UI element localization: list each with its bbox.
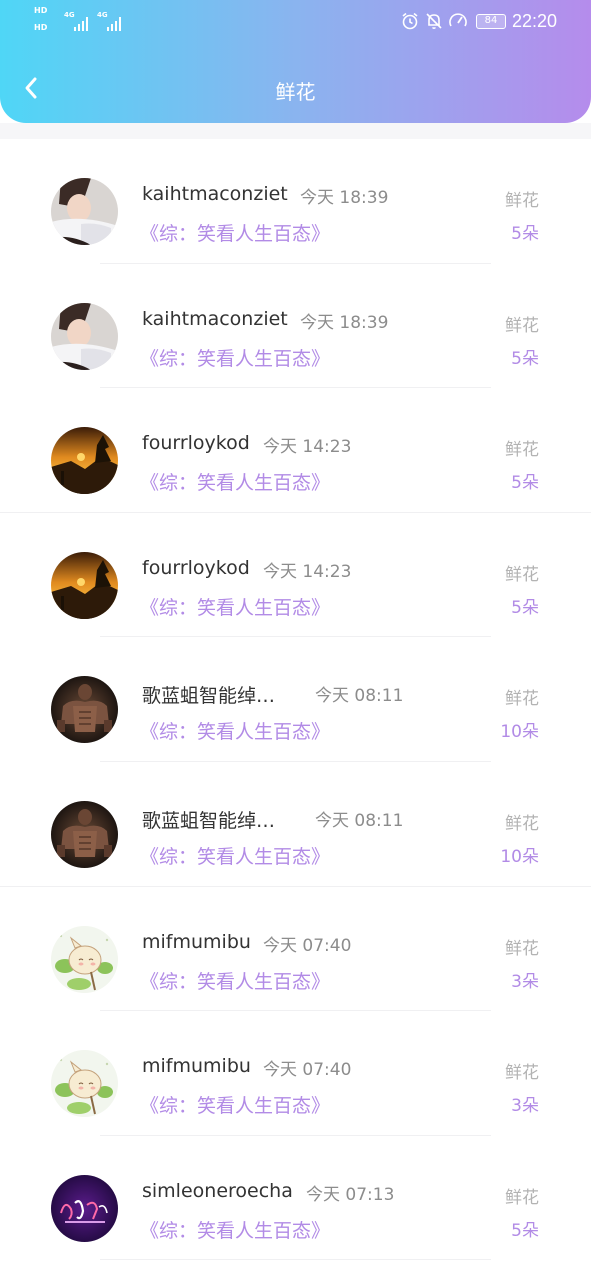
hd-indicator-2: HD xyxy=(34,23,48,32)
user-name[interactable]: 歌蓝蛆智能绰… xyxy=(142,806,275,833)
page-title: 鲜花 xyxy=(275,80,316,104)
list-item[interactable]: simleoneroecha 今天 07:13 《综：笑看人生百态》 鲜花 5朵 xyxy=(0,1136,591,1261)
list-item[interactable]: 歌蓝蛆智能绰… 今天 08:11 《综：笑看人生百态》 鲜花 10朵 xyxy=(0,762,591,887)
timestamp: 今天 08:11 xyxy=(315,686,404,707)
avatar[interactable] xyxy=(51,801,118,868)
portrait-avatar-icon xyxy=(51,178,118,245)
book-title[interactable]: 《综：笑看人生百态》 xyxy=(140,468,330,495)
user-name[interactable]: fourrloykod xyxy=(142,557,250,579)
timestamp: 今天 18:39 xyxy=(300,188,389,208)
hd-indicator-1: HD xyxy=(34,6,48,15)
gift-count: 10朵 xyxy=(500,722,539,743)
list-item[interactable]: fourrloykod 今天 14:23 《综：笑看人生百态》 鲜花 5朵 xyxy=(0,513,591,638)
gift-count: 5朵 xyxy=(511,1220,539,1241)
gift-type-label: 鲜花 xyxy=(505,689,539,710)
timestamp: 今天 07:40 xyxy=(263,935,352,956)
avatar[interactable] xyxy=(51,178,118,245)
user-name[interactable]: 歌蓝蛆智能绰… xyxy=(142,681,275,708)
gift-count: 5朵 xyxy=(511,473,539,494)
mute-bell-icon xyxy=(424,11,444,31)
gift-type-label: 鲜花 xyxy=(505,440,539,461)
gift-count: 5朵 xyxy=(511,224,539,244)
book-title[interactable]: 《综：笑看人生百态》 xyxy=(140,967,330,994)
speedometer-icon xyxy=(448,11,468,31)
book-title[interactable]: 《综：笑看人生百态》 xyxy=(140,344,330,371)
book-title[interactable]: 《综：笑看人生百态》 xyxy=(140,842,330,869)
book-title[interactable]: 《综：笑看人生百态》 xyxy=(140,1091,330,1118)
avatar[interactable] xyxy=(51,303,118,370)
list-item[interactable]: kaihtmaconziet 今天 18:39 《综：笑看人生百态》 鲜花 5朵 xyxy=(0,264,591,389)
avatar[interactable] xyxy=(51,427,118,494)
battery-indicator: 84 xyxy=(475,13,506,29)
user-name[interactable]: mifmumibu xyxy=(142,1055,251,1077)
alarm-icon xyxy=(400,11,420,31)
book-title[interactable]: 《综：笑看人生百态》 xyxy=(140,1216,330,1243)
timestamp: 今天 14:23 xyxy=(263,437,352,458)
list-item[interactable]: 歌蓝蛆智能绰… 今天 08:11 《综：笑看人生百态》 鲜花 10朵 xyxy=(0,637,591,762)
user-name[interactable]: mifmumibu xyxy=(142,931,251,953)
status-bar: HD HD 4G 4G 84 22:20 xyxy=(34,6,557,33)
book-title[interactable]: 《综：笑看人生百态》 xyxy=(140,717,330,744)
avatar[interactable] xyxy=(51,1050,118,1117)
gift-type-label: 鲜花 xyxy=(505,813,539,834)
sunset-avatar-icon xyxy=(51,427,118,494)
gift-count: 10朵 xyxy=(500,846,539,867)
header: HD HD 4G 4G 84 22:20 鲜花 xyxy=(0,0,591,123)
header-spacer xyxy=(0,123,591,139)
avatar[interactable] xyxy=(51,926,118,993)
list-item[interactable]: mifmumibu 今天 07:40 《综：笑看人生百态》 鲜花 3朵 xyxy=(0,1011,591,1136)
portrait-avatar-icon xyxy=(51,303,118,370)
calligraphy-avatar-icon xyxy=(51,1175,118,1242)
user-name[interactable]: kaihtmaconziet xyxy=(142,183,288,205)
cartoon-avatar-icon xyxy=(51,1050,118,1117)
gift-count: 5朵 xyxy=(511,348,539,369)
list-item[interactable]: fourrloykod 今天 14:23 《综：笑看人生百态》 鲜花 5朵 xyxy=(0,388,591,513)
user-name[interactable]: fourrloykod xyxy=(142,432,250,454)
timestamp: 今天 07:13 xyxy=(306,1184,395,1205)
gift-count: 5朵 xyxy=(511,597,539,618)
muscle-avatar-icon xyxy=(51,676,118,743)
user-name[interactable]: kaihtmaconziet xyxy=(142,308,288,330)
gift-type-label: 鲜花 xyxy=(505,191,539,211)
status-right: 84 22:20 xyxy=(396,9,557,33)
avatar[interactable] xyxy=(51,552,118,619)
divider xyxy=(100,1259,491,1261)
avatar[interactable] xyxy=(51,676,118,743)
gift-type-label: 鲜花 xyxy=(505,938,539,959)
clock: 22:20 xyxy=(511,10,557,31)
user-name[interactable]: simleoneroecha xyxy=(142,1180,293,1202)
gift-type-label: 鲜花 xyxy=(505,315,539,336)
list-item[interactable]: mifmumibu 今天 07:40 《综：笑看人生百态》 鲜花 3朵 xyxy=(0,887,591,1012)
gift-type-label: 鲜花 xyxy=(505,1187,539,1208)
book-title[interactable]: 《综：笑看人生百态》 xyxy=(140,593,330,620)
cartoon-avatar-icon xyxy=(51,926,118,993)
muscle-avatar-icon xyxy=(51,801,118,868)
gift-count: 3朵 xyxy=(511,971,539,992)
sunset-avatar-icon xyxy=(51,552,118,619)
timestamp: 今天 18:39 xyxy=(300,312,389,333)
timestamp: 今天 07:40 xyxy=(263,1060,352,1081)
book-title[interactable]: 《综：笑看人生百态》 xyxy=(140,219,330,246)
gift-list: kaihtmaconziet 今天 18:39 《综：笑看人生百态》 鲜花 5朵… xyxy=(0,139,591,1261)
gift-type-label: 鲜花 xyxy=(505,564,539,585)
timestamp: 今天 08:11 xyxy=(315,810,404,831)
gift-count: 3朵 xyxy=(511,1096,539,1117)
nav-bar: 鲜花 xyxy=(0,60,591,116)
timestamp: 今天 14:23 xyxy=(263,561,352,582)
list-item[interactable]: kaihtmaconziet 今天 18:39 《综：笑看人生百态》 鲜花 5朵 xyxy=(0,139,591,264)
avatar[interactable] xyxy=(51,1175,118,1242)
gift-type-label: 鲜花 xyxy=(505,1063,539,1084)
